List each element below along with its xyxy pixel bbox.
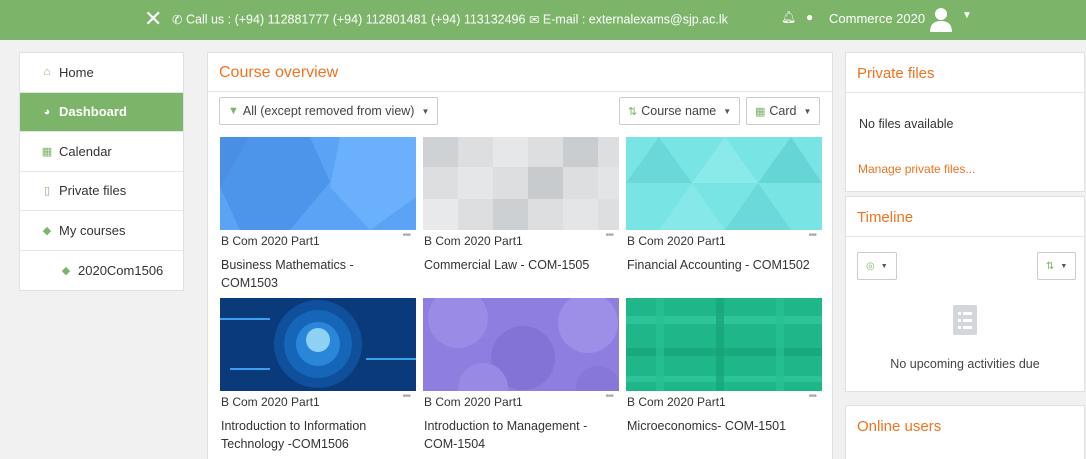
nav-item-label: My courses [59,222,126,238]
no-files-text: No files available [859,117,954,131]
nav-item-home[interactable]: ⌂ Home [20,53,183,93]
course-image[interactable] [626,137,822,230]
filter-icon: ▼ [228,105,239,117]
divider [208,91,832,92]
chevron-down-icon: ▼ [880,262,888,270]
view-label: Card [769,104,797,118]
dashboard-icon: ◕ [43,105,51,118]
nav-item-label: Private files [59,183,127,199]
course-name[interactable]: Commercial Law - COM-1505 [424,256,614,274]
course-card[interactable]: B Com 2020 Part1 ••• Business Mathematic… [220,137,416,290]
graduation-cap-icon: ◆ [61,264,71,277]
calendar-icon: ▦ [41,145,53,158]
block-title: Private files [857,65,935,82]
block-title: Timeline [857,209,914,226]
course-card[interactable]: B Com 2020 Part1 ••• Commercial Law - CO… [423,137,619,272]
course-name[interactable]: Financial Accounting - COM1502 [627,256,817,274]
course-category: B Com 2020 Part1 [221,395,320,409]
clock-icon: ◎ [866,260,875,272]
filter-dropdown[interactable]: ▼ All (except removed from view) ▼ [219,97,439,125]
empty-list-icon [953,305,977,335]
user-menu-caret-icon[interactable]: ▼ [962,10,972,21]
nav-item-private-files[interactable]: ▯ Private files [20,172,183,211]
nav-item-calendar[interactable]: ▦ Calendar [20,132,183,172]
contact-email: E-mail : externalexams@sjp.ac.lk [542,12,728,27]
course-image[interactable] [220,137,416,230]
course-card[interactable]: B Com 2020 Part1 ••• Microeconomics- COM… [626,298,822,433]
course-image[interactable] [220,298,416,391]
nav-item-label: 2020Com1506 [78,262,164,278]
sort-icon: ⇅ [1046,260,1055,272]
chevron-down-icon: ▼ [1060,262,1068,270]
course-name[interactable]: Microeconomics- COM-1501 [627,417,817,435]
contact-info: ✆ Call us : (+94) 112881777 (+94) 112801… [172,12,728,28]
top-navbar: ✕ ✆ Call us : (+94) 112881777 (+94) 1128… [0,0,1086,40]
course-category: B Com 2020 Part1 [424,395,523,409]
user-name[interactable]: Commerce 2020 [829,11,925,26]
divider [846,92,1084,93]
block-title: Online users [857,418,942,435]
sort-icon: ⇅ [628,105,638,118]
file-icon: ▯ [43,185,51,198]
course-card[interactable]: B Com 2020 Part1 ••• Financial Accountin… [626,137,822,272]
course-category: B Com 2020 Part1 [221,234,320,248]
course-category: B Com 2020 Part1 [627,234,726,248]
graduation-cap-icon: ◆ [42,224,52,237]
left-navigation: ⌂ Home ◕ Dashboard ▦ Calendar ▯ Private … [19,52,184,291]
private-files-block: Private files No files available Manage … [845,52,1085,192]
email-icon: ✉ [528,13,540,28]
avatar[interactable] [928,6,954,34]
course-image[interactable] [423,137,619,230]
course-image[interactable] [423,288,620,413]
sort-dropdown[interactable]: ⇅ Course name ▼ [619,97,741,125]
nav-item-label: Dashboard [59,104,127,120]
no-activities-text: No upcoming activities due [890,357,1040,371]
more-options-icon[interactable]: ••• [808,230,816,241]
home-icon: ⌂ [43,66,51,79]
online-users-block: Online users [845,405,1085,459]
course-image[interactable] [626,298,822,391]
course-name[interactable]: Business Mathematics - COM1503 [221,256,411,292]
chevron-down-icon: ▼ [723,106,732,116]
nav-item-course-2020com1506[interactable]: ◆ 2020Com1506 [20,251,183,291]
nav-item-label: Calendar [59,143,112,159]
chat-icon[interactable]: ● [806,10,813,24]
course-category: B Com 2020 Part1 [627,395,726,409]
chevron-down-icon: ▼ [803,106,812,116]
filter-label: All (except removed from view) [242,104,415,118]
course-category: B Com 2020 Part1 [424,234,523,248]
grid-icon: ▦ [755,105,766,118]
nav-item-label: Home [59,64,94,80]
bell-icon[interactable]: 🔔︎ [781,10,796,24]
contact-phone: Call us : (+94) 112881777 (+94) 11280148… [185,12,526,27]
course-name[interactable]: Introduction to Management - COM-1504 [424,417,614,453]
close-icon[interactable]: ✕ [144,6,162,32]
timeline-block: Timeline ◎ ▼ ⇅ ▼ No upcoming activities … [845,196,1085,392]
phone-icon: ✆ [172,13,183,28]
sort-label: Course name [641,104,717,118]
manage-private-files-link[interactable]: Manage private files... [858,162,975,176]
block-title: Course overview [219,64,339,81]
more-options-icon[interactable]: ••• [402,391,410,402]
nav-item-dashboard[interactable]: ◕ Dashboard [20,92,183,132]
course-overview-block: Course overview ▼ All (except removed fr… [207,52,833,459]
timeline-filter-dropdown[interactable]: ◎ ▼ [857,252,897,280]
view-dropdown[interactable]: ▦ Card ▼ [746,97,821,125]
course-card[interactable]: B Com 2020 Part1 ••• Introduction to Inf… [220,298,416,451]
more-options-icon[interactable]: ••• [605,391,613,402]
nav-item-my-courses[interactable]: ◆ My courses [20,211,183,251]
course-name[interactable]: Introduction to Information Technology -… [221,417,411,453]
chevron-down-icon: ▼ [421,106,430,116]
more-options-icon[interactable]: ••• [402,230,410,241]
divider [846,236,1084,237]
timeline-sort-dropdown[interactable]: ⇅ ▼ [1037,252,1077,280]
course-card[interactable]: B Com 2020 Part1 ••• Introduction to Man… [423,288,620,451]
more-options-icon[interactable]: ••• [808,391,816,402]
more-options-icon[interactable]: ••• [605,230,613,241]
